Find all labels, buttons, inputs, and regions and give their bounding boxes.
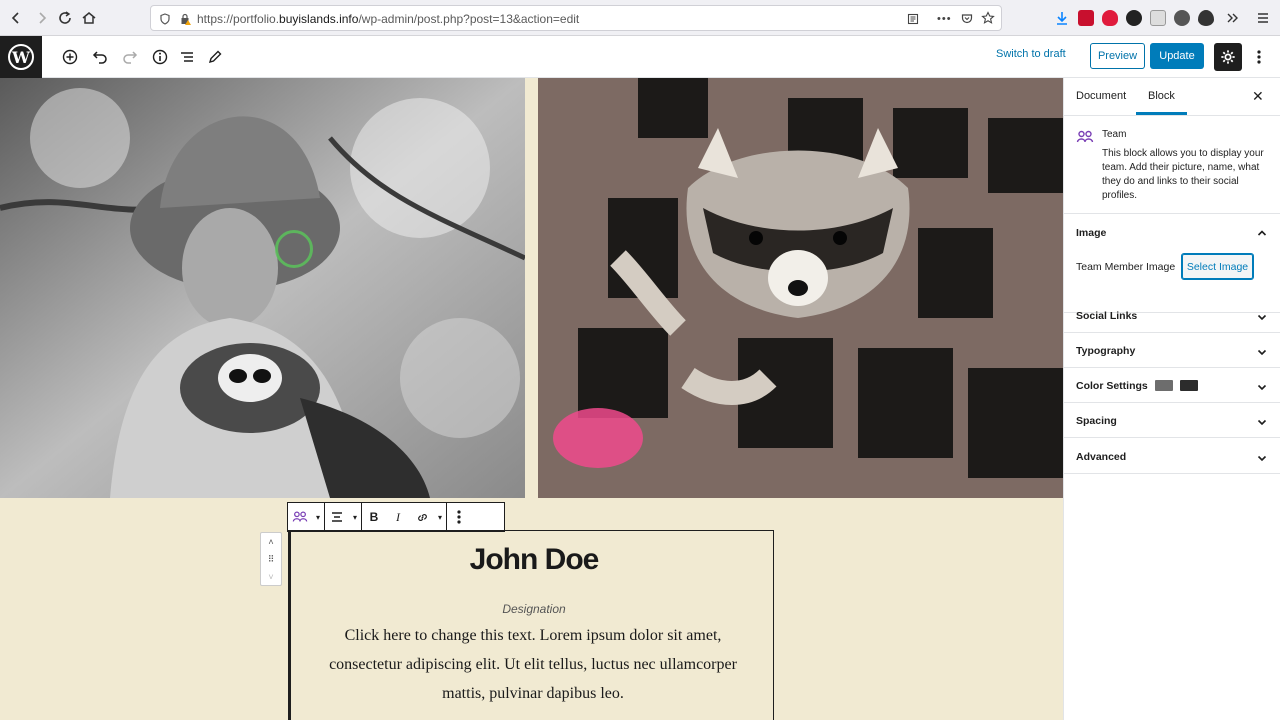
panel-advanced-title[interactable]: Advanced <box>1076 451 1126 463</box>
extension-dark-icon[interactable] <box>1126 10 1142 26</box>
browser-toolbar: https://portfolio.buyislands.info/wp-adm… <box>0 0 1280 36</box>
chevron-down-icon[interactable] <box>1256 451 1268 463</box>
team-member-designation[interactable]: Designation <box>291 602 777 616</box>
team-member-description[interactable]: Click here to change this text. Lorem ip… <box>313 621 753 708</box>
wordpress-logo-icon[interactable]: W <box>0 36 42 78</box>
reload-icon[interactable] <box>55 8 75 28</box>
add-block-icon[interactable] <box>59 46 81 68</box>
more-actions-icon[interactable]: ••• <box>937 13 952 25</box>
color-swatch-1 <box>1155 380 1173 391</box>
team-block-icon <box>1076 128 1094 146</box>
block-mover: ˄ ⠿ ˅ <box>260 532 282 586</box>
block-title: Team <box>1102 129 1127 140</box>
more-rich-text-caret-icon[interactable]: ▾ <box>434 503 446 531</box>
block-options-icon[interactable] <box>447 503 471 531</box>
block-switcher-caret-icon[interactable]: ▾ <box>312 503 324 531</box>
settings-gear-icon[interactable] <box>1214 43 1242 71</box>
alignment-caret-icon[interactable]: ▾ <box>349 503 361 531</box>
pocket-icon[interactable] <box>961 12 973 24</box>
block-card: Team This block allows you to display yo… <box>1064 116 1280 214</box>
back-icon[interactable] <box>6 8 26 28</box>
block-description: This block allows you to display your te… <box>1102 148 1264 201</box>
edit-mode-icon[interactable] <box>204 46 226 68</box>
block-navigation-icon[interactable] <box>176 46 198 68</box>
more-options-icon[interactable] <box>1250 46 1268 68</box>
panel-spacing-title[interactable]: Spacing <box>1076 415 1117 427</box>
chevron-down-icon[interactable] <box>1256 310 1268 322</box>
tab-block[interactable]: Block <box>1136 90 1187 115</box>
team-member-image-label: Team Member Image <box>1076 261 1176 273</box>
align-center-icon[interactable] <box>325 503 349 531</box>
hamburger-menu-icon[interactable] <box>1253 8 1273 28</box>
bookmark-star-icon[interactable] <box>981 11 995 25</box>
chevron-down-icon[interactable] <box>1256 345 1268 357</box>
editor-canvas: ▾ ▾ B I ▾ ˄ ⠿ ˅ John Doe Designation Cli… <box>0 78 1063 720</box>
info-icon[interactable] <box>149 46 171 68</box>
move-down-icon[interactable]: ˅ <box>268 572 273 582</box>
panel-social-links[interactable]: Social Links <box>1064 298 1280 333</box>
woman-with-raccoon-photo[interactable] <box>0 78 525 498</box>
panel-advanced[interactable]: Advanced <box>1064 438 1280 474</box>
extension-lastpass-icon[interactable] <box>1078 10 1094 26</box>
italic-icon[interactable]: I <box>386 503 410 531</box>
url-text: https://portfolio.buyislands.info/wp-adm… <box>197 12 580 26</box>
home-icon[interactable] <box>79 8 99 28</box>
chevron-down-icon[interactable] <box>1256 415 1268 427</box>
panel-typography-title[interactable]: Typography <box>1076 345 1135 357</box>
chevron-up-icon[interactable] <box>1256 226 1268 238</box>
extension-shield-icon[interactable] <box>1102 10 1118 26</box>
shield-icon[interactable] <box>159 12 171 25</box>
team-block-icon[interactable] <box>288 503 312 531</box>
select-image-button[interactable]: Select Image <box>1181 253 1254 280</box>
panel-image-title[interactable]: Image <box>1076 227 1106 239</box>
close-icon[interactable]: ✕ <box>1252 88 1264 105</box>
block-toolbar: ▾ ▾ B I ▾ <box>287 502 505 532</box>
lock-warning-icon[interactable] <box>179 12 191 25</box>
drag-handle-icon[interactable]: ⠿ <box>268 554 275 565</box>
account-icon[interactable] <box>1174 10 1190 26</box>
download-icon[interactable] <box>1052 8 1072 28</box>
panel-color-settings[interactable]: Color Settings <box>1064 368 1280 403</box>
tab-document[interactable]: Document <box>1076 90 1126 102</box>
extension-page-icon[interactable] <box>1150 10 1166 26</box>
bold-icon[interactable]: B <box>362 503 386 531</box>
undo-icon[interactable] <box>89 46 111 68</box>
settings-sidebar: Document Block ✕ Team This block allows … <box>1063 78 1280 720</box>
color-swatch-2 <box>1180 380 1198 391</box>
redo-icon[interactable] <box>119 46 141 68</box>
extension-drop-icon[interactable] <box>1198 10 1214 26</box>
reader-view-icon[interactable] <box>907 12 919 25</box>
panel-social-links-title[interactable]: Social Links <box>1076 310 1137 322</box>
forward-icon[interactable] <box>32 8 52 28</box>
raccoon-in-grate-photo[interactable] <box>538 78 1063 498</box>
sidebar-tabs: Document Block ✕ <box>1064 78 1280 116</box>
panel-typography[interactable]: Typography <box>1064 333 1280 368</box>
address-bar[interactable]: https://portfolio.buyislands.info/wp-adm… <box>150 5 1002 31</box>
panel-color-settings-title[interactable]: Color Settings <box>1076 380 1148 392</box>
preview-button[interactable]: Preview <box>1090 43 1145 69</box>
move-up-icon[interactable]: ˄ <box>268 537 273 547</box>
panel-spacing[interactable]: Spacing <box>1064 403 1280 438</box>
overflow-chevron-icon[interactable] <box>1222 8 1242 28</box>
update-button[interactable]: Update <box>1150 43 1204 69</box>
team-member-name[interactable]: John Doe <box>291 543 777 577</box>
link-icon[interactable] <box>410 503 434 531</box>
click-indicator <box>275 230 313 268</box>
team-member-block[interactable]: John Doe Designation Click here to chang… <box>288 530 774 720</box>
chevron-down-icon[interactable] <box>1256 380 1268 392</box>
switch-to-draft-button[interactable]: Switch to draft <box>996 48 1066 60</box>
editor-toolbar: W Switch to draft Preview Update <box>0 36 1280 78</box>
